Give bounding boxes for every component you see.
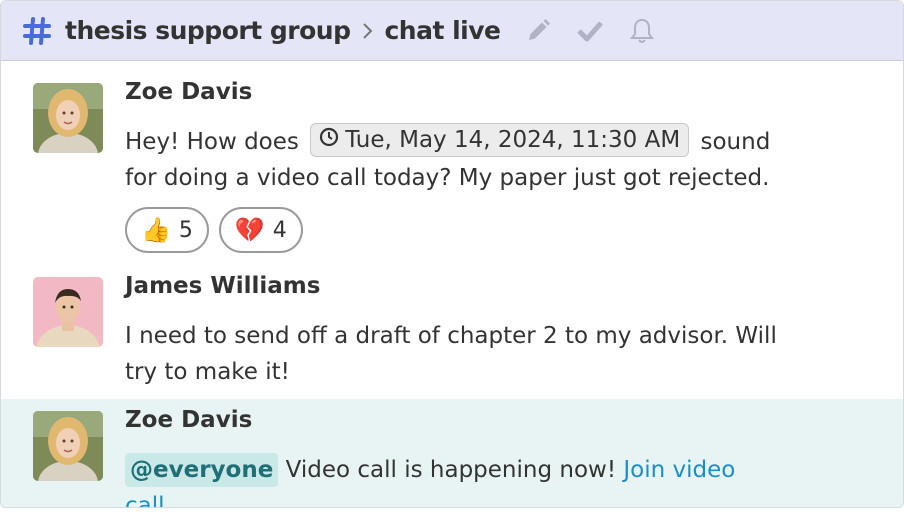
time-widget[interactable]: Tue, May 14, 2024, 11:30 AM: [310, 122, 690, 157]
reaction-count: 5: [178, 217, 193, 243]
message-row-highlighted: Zoe Davis @everyone Video call is happen…: [1, 399, 903, 507]
message-body: Hey! How does Tue, May 14, 2024, 11:30 A…: [125, 122, 785, 196]
message-row: Zoe Davis Hey! How does Tue, May 14, 202…: [1, 61, 903, 261]
thumbs-up-icon: 👍: [141, 216, 171, 244]
message-body: @everyone Video call is happening now! J…: [125, 452, 785, 507]
broken-heart-icon: 💔: [234, 216, 265, 244]
avatar[interactable]: [33, 83, 103, 153]
reaction-bar: 👍 5 💔 4: [125, 207, 303, 253]
reaction-count: 4: [272, 217, 287, 243]
resolve-check-icon[interactable]: [575, 16, 605, 46]
topic-name[interactable]: chat live: [384, 16, 501, 45]
topic-header: thesis support group chat live: [1, 1, 903, 61]
avatar[interactable]: [33, 411, 103, 481]
sender-name[interactable]: James Williams: [125, 273, 320, 299]
chevron-right-icon: [362, 21, 374, 41]
message-body: I need to send off a draft of chapter 2 …: [125, 323, 777, 385]
notification-bell-icon[interactable]: [627, 16, 657, 46]
edit-pencil-icon[interactable]: [523, 16, 553, 46]
stream-name[interactable]: thesis support group: [65, 16, 351, 45]
chat-window: thesis support group chat live Zoe Davis…: [0, 0, 904, 508]
mention-everyone[interactable]: @everyone: [125, 453, 279, 487]
sender-name[interactable]: Zoe Davis: [125, 407, 252, 433]
avatar[interactable]: [33, 277, 103, 347]
clock-icon: [319, 124, 339, 156]
message-text: Hey! How does: [125, 129, 299, 155]
time-value: Tue, May 14, 2024, 11:30 AM: [345, 126, 681, 153]
reaction-thumbs-up[interactable]: 👍 5: [125, 207, 209, 253]
message-text: Video call is happening now!: [285, 457, 617, 483]
reaction-broken-heart[interactable]: 💔 4: [218, 207, 303, 253]
sender-name[interactable]: Zoe Davis: [125, 79, 252, 105]
stream-hash-icon: [21, 15, 53, 47]
message-row: James Williams I need to send off a draf…: [1, 259, 903, 399]
